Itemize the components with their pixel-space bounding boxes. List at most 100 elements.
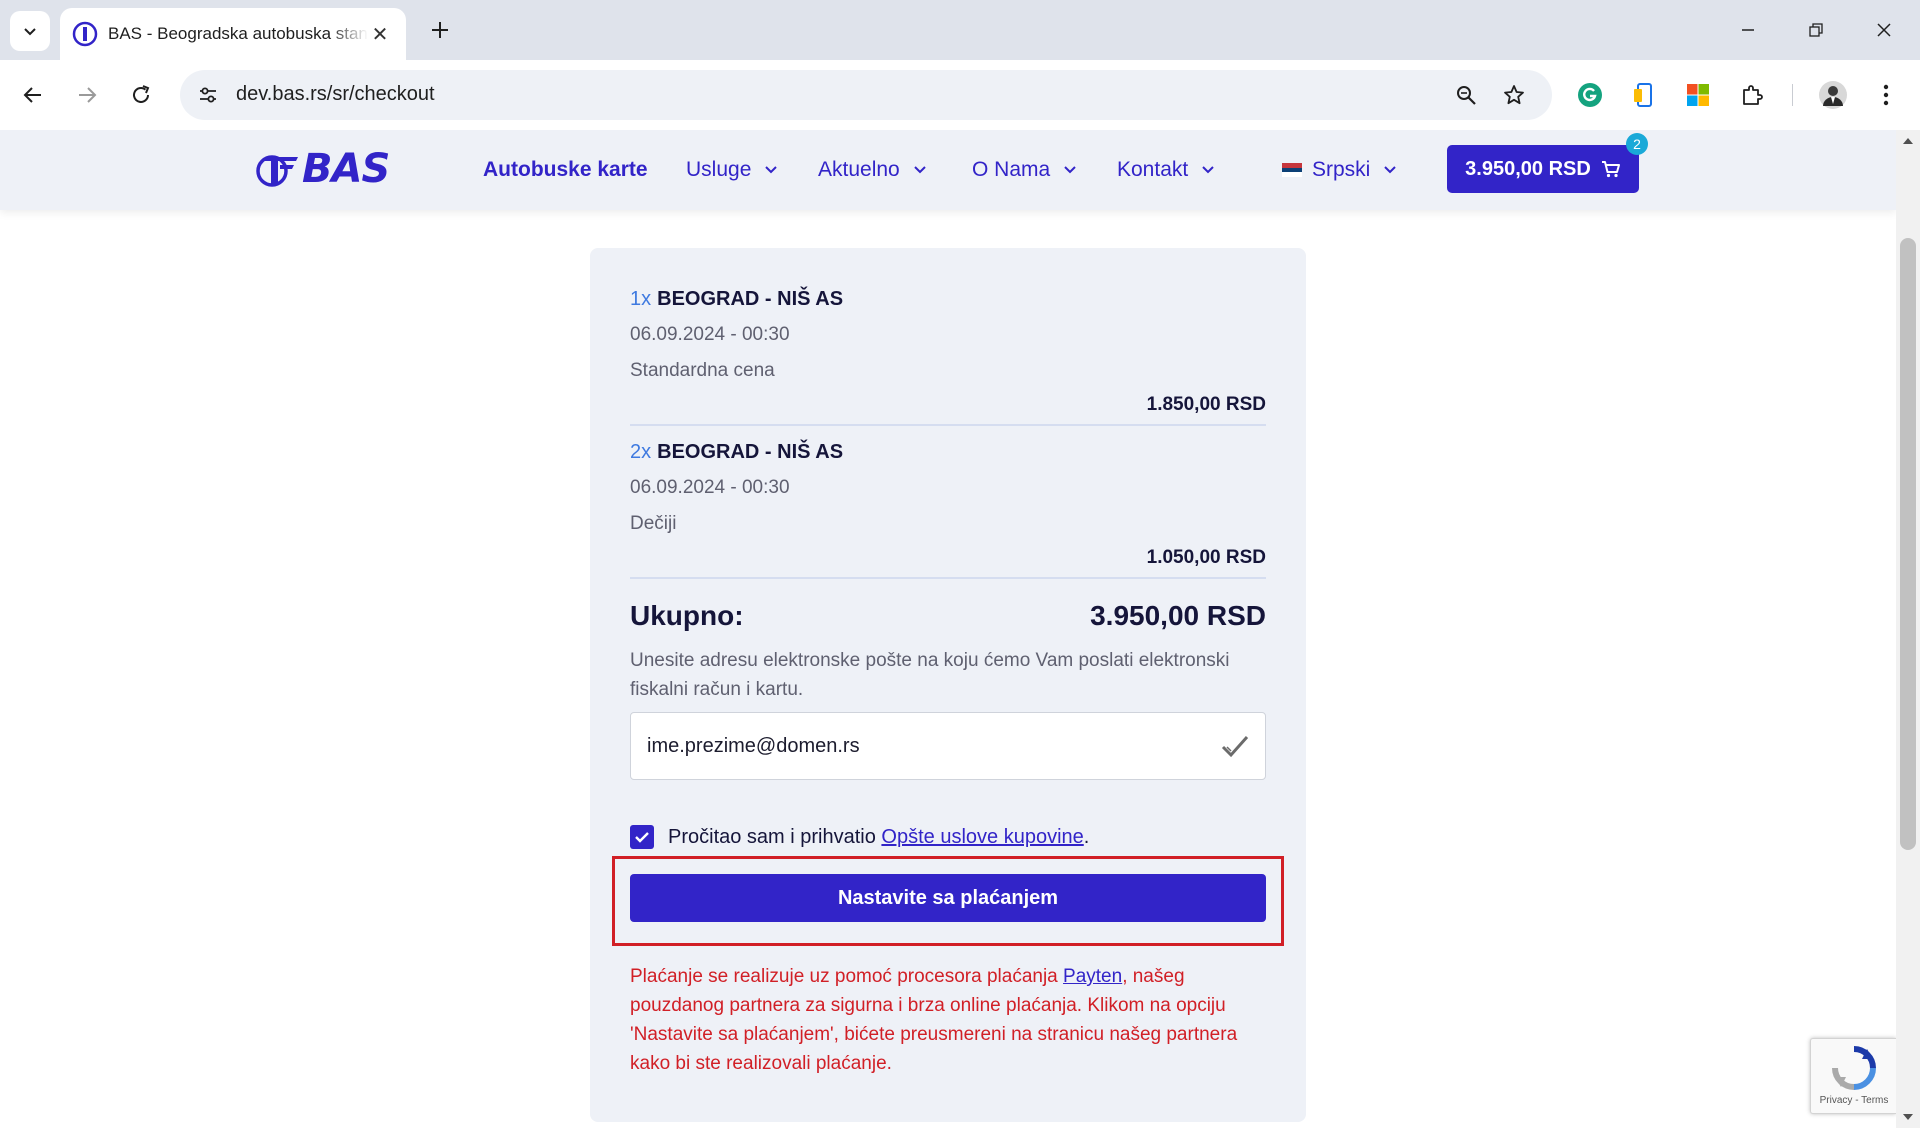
minimize-icon	[1742, 29, 1754, 31]
bas-favicon-icon	[72, 21, 98, 47]
tab-search-button[interactable]	[10, 11, 50, 51]
toolbar-divider	[1792, 84, 1793, 106]
reload-button[interactable]	[120, 74, 162, 116]
arrow-left-icon	[23, 87, 41, 103]
nav-label: Usluge	[686, 158, 752, 181]
bookmark-button[interactable]	[1498, 79, 1530, 111]
reload-icon	[133, 85, 150, 103]
profile-button[interactable]	[1815, 77, 1851, 113]
tab-title: BAS - Beogradska autobuska stanica	[108, 24, 368, 43]
item-datetime: 06.09.2024 - 00:30	[630, 324, 790, 345]
grammarly-extension[interactable]	[1572, 77, 1608, 113]
plus-icon	[432, 22, 448, 38]
nav-usluge[interactable]: Usluge	[686, 130, 779, 210]
item-datetime: 06.09.2024 - 00:30	[630, 477, 790, 498]
grammarly-icon	[1578, 83, 1602, 107]
email-field-wrapper	[630, 712, 1266, 780]
scroll-thumb[interactable]	[1900, 238, 1916, 850]
terms-link[interactable]: Opšte uslove kupovine	[881, 826, 1083, 848]
url-text[interactable]: dev.bas.rs/sr/checkout	[236, 83, 435, 106]
site-logo[interactable]: BAS	[254, 146, 390, 192]
new-tab-button[interactable]	[424, 14, 456, 46]
item-title: 1x BEOGRAD - NIŠ AS	[630, 288, 843, 311]
browser-tab-bar: BAS - Beogradska autobuska stanica ✕	[0, 0, 1920, 60]
nav-kontakt[interactable]: Kontakt	[1117, 130, 1216, 210]
page-scrollbar[interactable]	[1896, 130, 1920, 1128]
menu-button[interactable]	[1868, 77, 1904, 113]
divider	[630, 424, 1266, 426]
phone-link-icon	[1634, 83, 1652, 107]
terms-checkbox[interactable]	[630, 825, 654, 849]
recaptcha-links[interactable]: Privacy - Terms	[1811, 1095, 1896, 1106]
zoom-button[interactable]	[1450, 79, 1482, 111]
cart-button[interactable]: 3.950,00 RSD	[1447, 145, 1639, 193]
site-info-button[interactable]	[192, 79, 224, 111]
minimize-button[interactable]	[1728, 10, 1768, 50]
email-instructions: Unesite adresu elektronske pošte na koju…	[630, 650, 1230, 700]
chevron-down-icon	[1064, 166, 1076, 174]
microsoft-icon	[1687, 84, 1709, 106]
payment-notice: Plaćanje se realizuje uz pomoć procesora…	[630, 962, 1266, 1078]
divider	[630, 577, 1266, 579]
restore-button[interactable]	[1796, 10, 1836, 50]
nav-autobuske-karte[interactable]: Autobuske karte	[483, 130, 648, 210]
chevron-down-icon	[1202, 166, 1214, 174]
nav-aktuelno[interactable]: Aktuelno	[818, 130, 928, 210]
star-icon	[1504, 85, 1524, 105]
item-fare: Standardna cena	[630, 360, 775, 381]
zoom-icon	[1457, 86, 1476, 105]
logo-text: BAS	[302, 146, 390, 192]
item-qty: 2x	[630, 441, 652, 463]
recaptcha-badge[interactable]: Privacy - Terms	[1810, 1038, 1896, 1114]
language-label: Srpski	[1312, 158, 1371, 181]
item-price: 1.050,00 RSD	[1146, 547, 1266, 568]
nav-label: Autobuske karte	[483, 158, 648, 181]
extensions-button[interactable]	[1734, 77, 1770, 113]
close-icon[interactable]: ✕	[368, 22, 392, 46]
terms-label: Pročitao sam i prihvatio Opšte uslove ku…	[668, 826, 1089, 849]
back-button[interactable]	[12, 74, 54, 116]
total-label: Ukupno:	[630, 600, 744, 631]
check-icon	[1221, 736, 1249, 758]
more-vertical-icon	[1883, 84, 1889, 106]
total-value: 3.950,00 RSD	[1090, 600, 1266, 631]
terms-prefix: Pročitao sam i prihvatio	[668, 825, 882, 848]
phone-extension[interactable]	[1626, 77, 1662, 113]
checkmark-icon	[635, 832, 649, 843]
microsoft-extension[interactable]	[1680, 77, 1716, 113]
cart-total: 3.950,00 RSD	[1465, 157, 1591, 180]
bas-logo-icon	[256, 155, 298, 187]
payten-link[interactable]: Payten	[1063, 966, 1122, 987]
continue-payment-button[interactable]: Nastavite sa plaćanjem	[630, 874, 1266, 922]
item-title: 2x BEOGRAD - NIŠ AS	[630, 441, 843, 464]
nav-label: Aktuelno	[818, 158, 900, 181]
nav-label: O Nama	[972, 158, 1051, 181]
item-route: BEOGRAD - NIŠ AS	[657, 288, 844, 310]
browser-toolbar: dev.bas.rs/sr/checkout	[0, 60, 1920, 130]
close-window-button[interactable]	[1864, 10, 1904, 50]
notice-prefix: Plaćanje se realizuje uz pomoć procesora…	[630, 966, 1064, 987]
nav-o-nama[interactable]: O Nama	[972, 130, 1078, 210]
browser-tab-active[interactable]: BAS - Beogradska autobuska stanica ✕	[60, 8, 406, 60]
recaptcha-icon	[1832, 1046, 1876, 1090]
language-selector[interactable]: Srpski	[1282, 130, 1398, 210]
cart-icon	[1601, 161, 1620, 178]
scroll-down-icon[interactable]	[1903, 1114, 1913, 1120]
checkout-summary-card: 1x BEOGRAD - NIŠ AS 06.09.2024 - 00:30 St…	[590, 248, 1306, 1122]
item-fare: Dečiji	[630, 513, 677, 534]
item-route: BEOGRAD - NIŠ AS	[657, 441, 844, 463]
chevron-down-icon	[1384, 166, 1397, 174]
avatar	[1819, 81, 1847, 109]
arrow-right-icon	[79, 87, 97, 103]
page-viewport: BAS Autobuske karte Usluge Aktuelno O Na…	[0, 130, 1896, 1128]
tune-icon	[200, 87, 216, 103]
address-bar[interactable]: dev.bas.rs/sr/checkout	[180, 70, 1552, 120]
email-field[interactable]	[647, 713, 1207, 779]
chevron-down-icon	[914, 166, 926, 174]
cart-count-badge: 2	[1626, 133, 1648, 155]
restore-icon	[1809, 23, 1823, 37]
scroll-up-icon[interactable]	[1903, 138, 1913, 144]
item-price: 1.850,00 RSD	[1146, 394, 1266, 415]
forward-button[interactable]	[66, 74, 108, 116]
site-header: BAS Autobuske karte Usluge Aktuelno O Na…	[0, 130, 1896, 210]
